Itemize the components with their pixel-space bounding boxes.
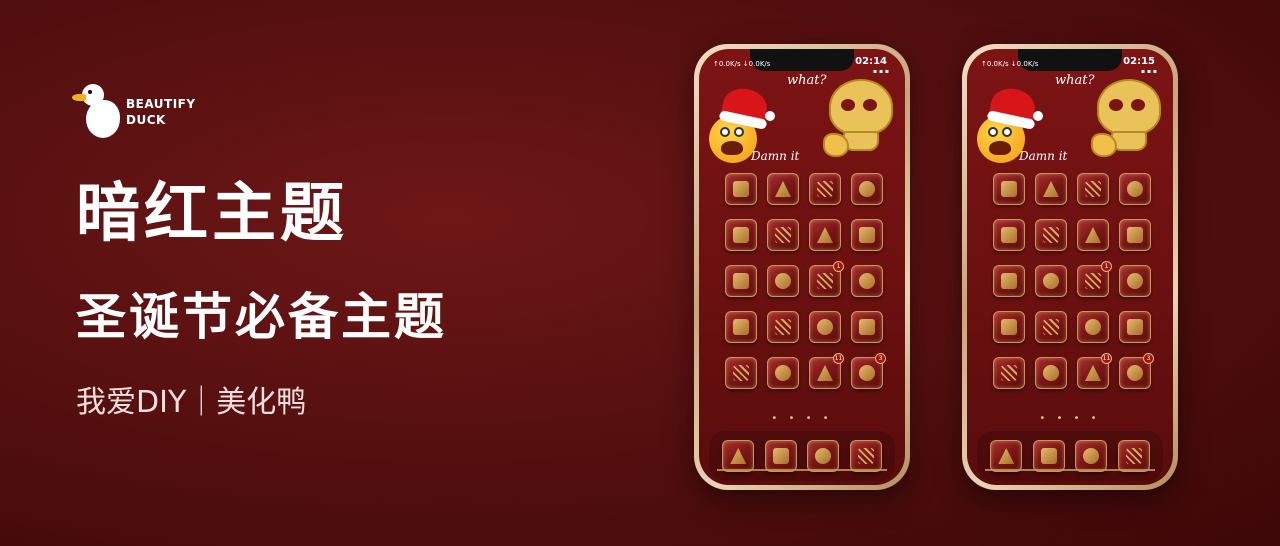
- status-net-speed: ↑0.0K/s ↓0.0K/s: [713, 60, 771, 68]
- app-icon[interactable]: [767, 311, 799, 343]
- calculator-icon[interactable]: [1117, 440, 1150, 472]
- app-icon[interactable]: 3: [851, 353, 886, 389]
- brand-name-line2: DUCK: [126, 113, 166, 127]
- notification-badge: 1: [833, 261, 844, 272]
- status-time: 02:14: [855, 56, 887, 67]
- notification-badge: 3: [1143, 353, 1154, 364]
- twitter-icon[interactable]: [764, 440, 797, 472]
- app-icon[interactable]: [1119, 265, 1151, 297]
- app-icon[interactable]: [993, 265, 1025, 297]
- app-icon[interactable]: [851, 219, 883, 251]
- app-icon[interactable]: 11: [1077, 353, 1112, 389]
- app-icon[interactable]: [1077, 311, 1109, 343]
- app-icon[interactable]: [993, 219, 1025, 251]
- calculator-icon[interactable]: [849, 440, 882, 472]
- notification-badge: 11: [833, 353, 844, 364]
- phone-screen: ↑0.0K/s ↓0.0K/s 02:14 ▪ ▪ ▪ what? Damn i…: [699, 49, 905, 485]
- app-icon[interactable]: [809, 219, 841, 251]
- app-icon[interactable]: [993, 311, 1025, 343]
- widget-top-text: what?: [787, 73, 827, 88]
- app-icon[interactable]: [993, 173, 1025, 205]
- app-grid: 1 11 3: [993, 173, 1154, 389]
- headline-subtitle: 圣诞节必备主题: [76, 288, 447, 346]
- app-icon[interactable]: 3: [1119, 353, 1154, 389]
- skull-widget[interactable]: [1091, 79, 1167, 159]
- app-icon[interactable]: [1035, 311, 1067, 343]
- brand-name-line1: BEAUTIFY: [126, 97, 196, 111]
- app-icon[interactable]: [993, 357, 1025, 389]
- app-icon[interactable]: [1119, 219, 1151, 251]
- app-icon[interactable]: [1077, 219, 1109, 251]
- app-icon[interactable]: [1035, 357, 1067, 389]
- phone-mockup-1: ↑0.0K/s ↓0.0K/s 02:14 ▪ ▪ ▪ what? Damn i…: [694, 44, 910, 490]
- app-icon[interactable]: [851, 265, 883, 297]
- app-icon[interactable]: [1035, 219, 1067, 251]
- app-icon[interactable]: [767, 265, 799, 297]
- dock: [977, 431, 1163, 481]
- app-icon[interactable]: [725, 173, 757, 205]
- status-net-speed: ↑0.0K/s ↓0.0K/s: [981, 60, 1039, 68]
- app-icon[interactable]: [851, 311, 883, 343]
- status-time: 02:15: [1123, 56, 1155, 67]
- brand-logo: BEAUTIFY DUCK: [72, 84, 196, 140]
- app-icon[interactable]: [1119, 311, 1151, 343]
- phone-mockup-2: ↑0.0K/s ↓0.0K/s 02:15 ▪ ▪ ▪ what? Damn i…: [962, 44, 1178, 490]
- duck-icon: [72, 84, 122, 140]
- app-icon[interactable]: [1035, 265, 1067, 297]
- notification-badge: 11: [1101, 353, 1112, 364]
- app-icon[interactable]: 1: [1077, 261, 1112, 297]
- app-icon[interactable]: [1077, 173, 1109, 205]
- app-icon[interactable]: [725, 357, 757, 389]
- dock-app-icon[interactable]: [1075, 440, 1108, 472]
- app-icon[interactable]: [809, 173, 841, 205]
- widget-bottom-text: Damn it: [1019, 149, 1068, 163]
- app-icon[interactable]: [767, 219, 799, 251]
- app-icon[interactable]: [851, 173, 883, 205]
- app-icon[interactable]: 11: [809, 353, 844, 389]
- app-icon[interactable]: [767, 357, 799, 389]
- page-indicator[interactable]: • • • •: [967, 413, 1173, 424]
- app-icon[interactable]: [767, 173, 799, 205]
- widget-top-text: what?: [1055, 73, 1095, 88]
- dock-divider: [985, 469, 1155, 471]
- app-icon[interactable]: [809, 311, 841, 343]
- notification-badge: 3: [875, 353, 886, 364]
- phone-screen: ↑0.0K/s ↓0.0K/s 02:15 ▪ ▪ ▪ what? Damn i…: [967, 49, 1173, 485]
- app-icon[interactable]: [1035, 173, 1067, 205]
- dock-app-icon[interactable]: [990, 440, 1023, 472]
- dock-divider: [717, 469, 887, 471]
- notification-badge: 1: [1101, 261, 1112, 272]
- page-indicator[interactable]: • • • •: [699, 413, 905, 424]
- app-grid: 1 11 3: [725, 173, 886, 389]
- app-icon[interactable]: 1: [809, 261, 844, 297]
- app-icon[interactable]: [1119, 173, 1151, 205]
- brand-name: BEAUTIFY DUCK: [126, 96, 196, 128]
- status-icons: ▪ ▪ ▪: [1140, 68, 1157, 75]
- widget-bottom-text: Damn it: [751, 149, 800, 163]
- headline-title: 暗红主题: [76, 177, 348, 251]
- app-icon[interactable]: [725, 265, 757, 297]
- status-icons: ▪ ▪ ▪: [872, 68, 889, 75]
- headline-tagline: 我爱DIY｜美化鸭: [76, 385, 307, 420]
- skull-widget[interactable]: [823, 79, 899, 159]
- twitter-icon[interactable]: [1032, 440, 1065, 472]
- app-icon[interactable]: [725, 311, 757, 343]
- app-icon[interactable]: [725, 219, 757, 251]
- dock-app-icon[interactable]: [722, 440, 755, 472]
- dock: [709, 431, 895, 481]
- dock-app-icon[interactable]: [807, 440, 840, 472]
